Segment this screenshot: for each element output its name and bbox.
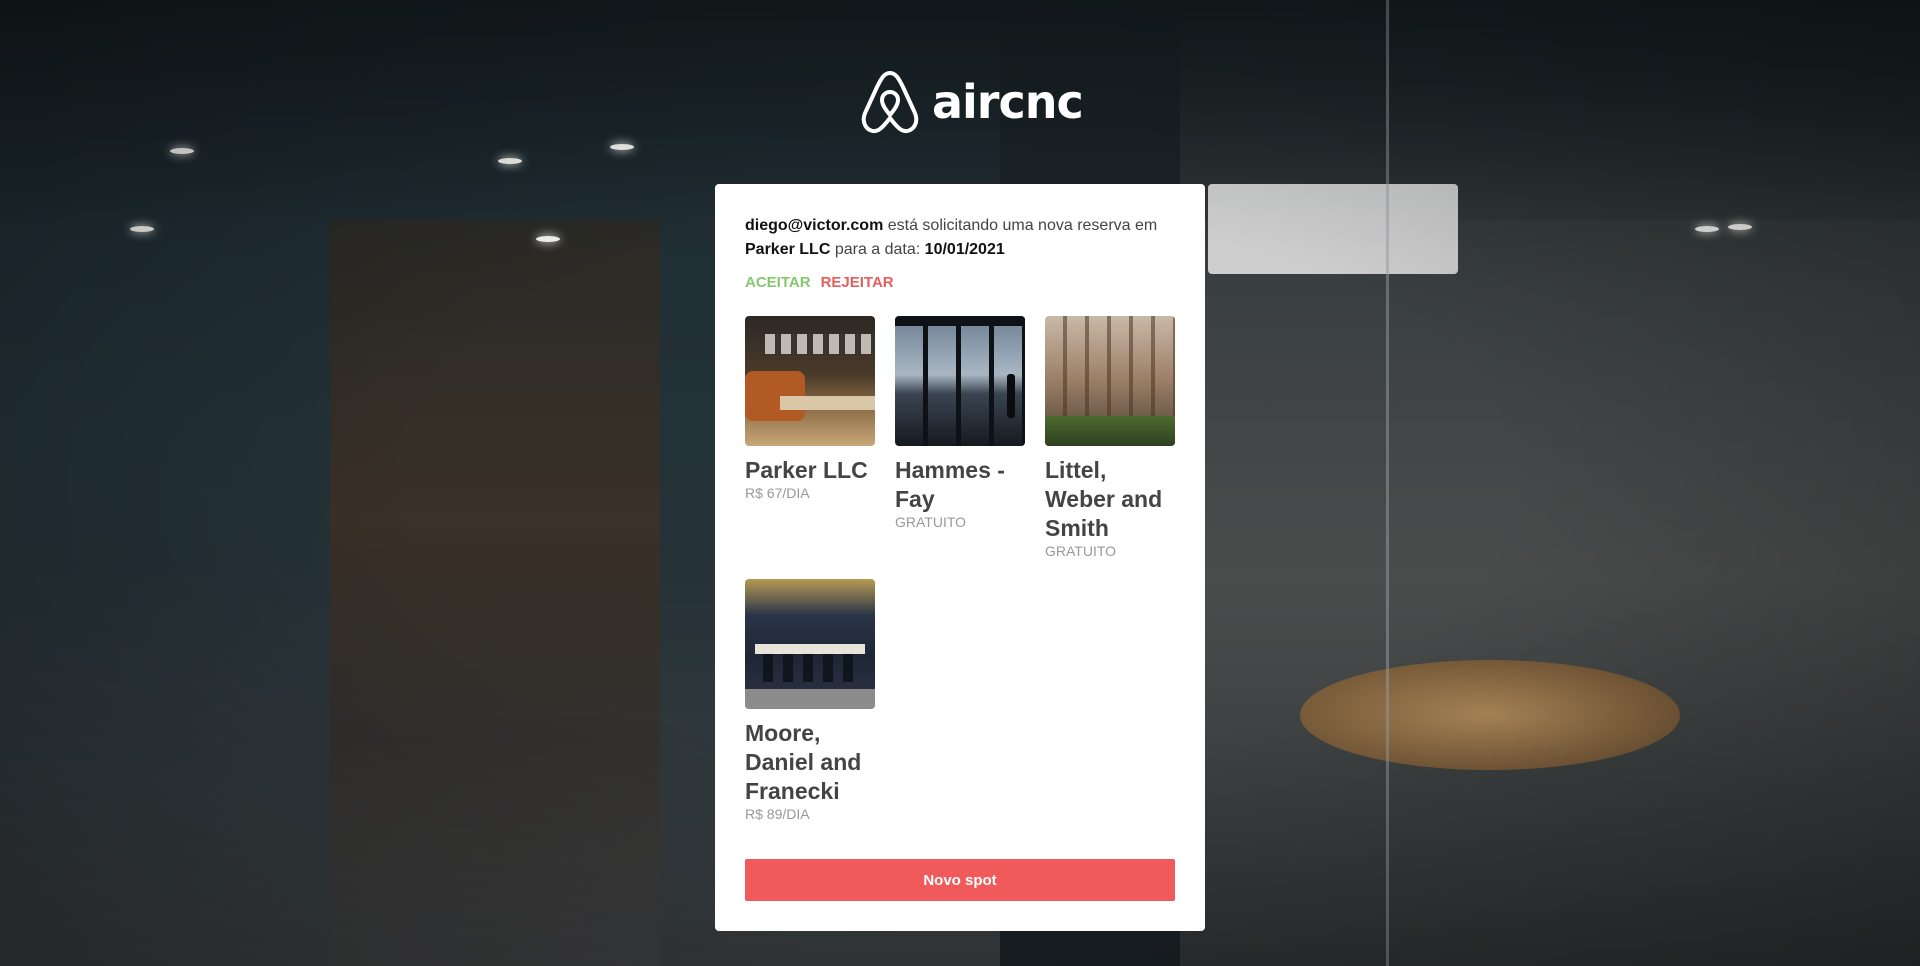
spot-item[interactable]: Hammes - Fay GRATUITO — [895, 316, 1025, 559]
brand-logo: aircnc — [860, 68, 1084, 136]
airbnb-logo-icon — [861, 71, 919, 134]
requested-date: 10/01/2021 — [924, 241, 1005, 258]
spot-thumbnail — [895, 316, 1025, 446]
dashboard-card: diego@victor.com está solicitando uma no… — [715, 184, 1205, 931]
spot-name: Parker LLC — [745, 457, 868, 483]
reject-button[interactable]: REJEITAR — [821, 274, 894, 291]
spot-price: GRATUITO — [1045, 543, 1117, 559]
spot-price: R$ 89/DIA — [745, 806, 810, 822]
spot-item[interactable]: Moore, Daniel and Franecki R$ 89/DIA — [745, 579, 875, 822]
notice-text-2: para a data: — [830, 241, 925, 258]
brand-name: aircnc — [932, 75, 1084, 129]
requester-email: diego@victor.com — [745, 217, 884, 234]
spot-thumbnail — [745, 316, 875, 446]
spot-thumbnail — [745, 579, 875, 709]
spot-item[interactable]: Parker LLC R$ 67/DIA — [745, 316, 875, 559]
spot-thumbnail — [1045, 316, 1175, 446]
accept-button[interactable]: ACEITAR — [745, 274, 811, 291]
spot-name: Littel, Weber and Smith — [1045, 457, 1163, 541]
requested-spot: Parker LLC — [745, 241, 831, 258]
notice-text-1: está solicitando uma nova reserva em — [883, 217, 1158, 234]
booking-request-notice: diego@victor.com está solicitando uma no… — [745, 214, 1175, 262]
spot-name: Hammes - Fay — [895, 457, 1005, 512]
spot-list: Parker LLC R$ 67/DIA Hammes - Fay GRATUI… — [745, 316, 1175, 822]
spot-price: GRATUITO — [895, 514, 967, 530]
new-spot-button[interactable]: Novo spot — [745, 859, 1175, 901]
spot-item[interactable]: Littel, Weber and Smith GRATUITO — [1045, 316, 1175, 559]
booking-actions: ACEITAR REJEITAR — [745, 270, 1175, 294]
spot-name: Moore, Daniel and Franecki — [745, 720, 862, 804]
spot-price: R$ 67/DIA — [745, 485, 810, 501]
